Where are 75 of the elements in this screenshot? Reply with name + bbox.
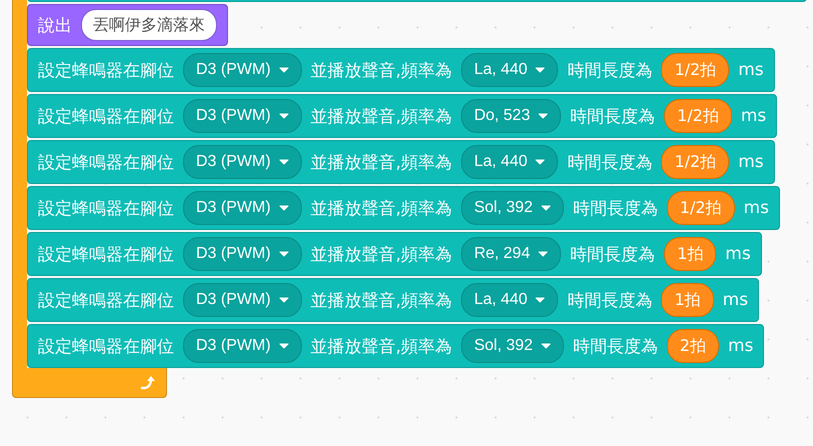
note-dropdown[interactable]: La, 440 (461, 283, 558, 317)
caret-icon (535, 67, 546, 73)
note-dropdown[interactable]: Sol, 392 (461, 329, 564, 363)
note-dropdown[interactable]: Sol, 392 (461, 191, 564, 225)
caret-icon (278, 297, 289, 303)
block-label: 設定蜂鳴器在腳位 (38, 152, 174, 174)
block-label: 設定蜂鳴器在腳位 (38, 198, 174, 220)
note-dropdown[interactable]: Do, 523 (461, 99, 562, 133)
caret-icon (540, 205, 551, 211)
block-label: 說出 (38, 14, 72, 36)
caret-icon (540, 343, 551, 349)
pin-dropdown[interactable]: D3 (PWM) (183, 237, 302, 271)
buzzer-block[interactable]: 設定蜂鳴器在腳位 D3 (PWM) 並播放聲音,頻率為 La, 440 時間長度為 1/2拍 ms (27, 140, 775, 184)
block-label: 並播放聲音,頻率為 (310, 106, 452, 128)
pin-dropdown[interactable]: D3 (PWM) (183, 53, 302, 87)
caret-icon (278, 159, 289, 165)
say-block[interactable]: 說出 丟啊伊多滴落來 (27, 4, 228, 46)
block-label: 時間長度為 (567, 290, 652, 312)
block-label: 時間長度為 (567, 60, 652, 82)
block-label: 並播放聲音,頻率為 (310, 290, 452, 312)
pin-dropdown[interactable]: D3 (PWM) (183, 191, 302, 225)
block-label: 時間長度為 (570, 244, 656, 266)
block-label: 設定蜂鳴器在腳位 (38, 60, 174, 82)
caret-icon (535, 159, 546, 165)
block-label: 設定蜂鳴器在腳位 (38, 336, 174, 358)
buzzer-block[interactable]: 設定蜂鳴器在腳位 D3 (PWM) 並播放聲音,頻率為 Sol, 392 時間長度為 2拍 ms (27, 324, 764, 368)
pin-dropdown[interactable]: D3 (PWM) (183, 329, 302, 363)
note-dropdown[interactable]: La, 440 (461, 53, 558, 87)
unit-label: ms (738, 152, 764, 172)
pin-dropdown[interactable]: D3 (PWM) (183, 283, 302, 317)
beats-input[interactable]: 1拍 (664, 237, 716, 271)
beats-input[interactable]: 2拍 (666, 329, 719, 363)
unit-label: ms (738, 60, 764, 80)
pin-dropdown[interactable]: D3 (PWM) (183, 145, 302, 179)
beats-input[interactable]: 1/2拍 (661, 145, 730, 179)
block-label: 並播放聲音,頻率為 (310, 152, 452, 174)
loop-arrow-icon (140, 374, 158, 390)
block-label: 並播放聲音,頻率為 (310, 198, 452, 220)
unit-label: ms (744, 198, 769, 218)
beats-input[interactable]: 1/2拍 (664, 99, 732, 133)
block-label: 並播放聲音,頻率為 (310, 336, 452, 358)
block-label: 時間長度為 (572, 198, 658, 220)
note-dropdown[interactable]: Re, 294 (461, 237, 562, 271)
unit-label: ms (725, 244, 751, 264)
caret-icon (538, 113, 548, 119)
caret-icon (278, 113, 289, 119)
unit-label: ms (722, 290, 748, 310)
caret-icon (538, 251, 548, 257)
beats-input[interactable]: 1/2拍 (666, 191, 735, 225)
caret-icon (278, 67, 289, 73)
block-label: 時間長度為 (567, 152, 652, 174)
beats-input[interactable]: 1/2拍 (661, 53, 730, 87)
block-label: 時間長度為 (572, 336, 658, 358)
unit-label: ms (740, 106, 766, 126)
loop-block-arm[interactable] (12, 0, 27, 368)
unit-label: ms (728, 336, 754, 356)
pin-dropdown[interactable]: D3 (PWM) (183, 99, 302, 133)
block-label: 時間長度為 (570, 106, 656, 128)
block-label: 設定蜂鳴器在腳位 (38, 290, 174, 312)
text-input[interactable]: 丟啊伊多滴落來 (81, 9, 217, 41)
buzzer-block[interactable]: 設定蜂鳴器在腳位 D3 (PWM) 並播放聲音,頻率為 Sol, 392 時間長度為 1/2拍 ms (27, 186, 780, 230)
buzzer-block[interactable]: 設定蜂鳴器在腳位 D3 (PWM) 並播放聲音,頻率為 La, 440 時間長度為 1/2拍 ms (27, 48, 775, 92)
block-label: 設定蜂鳴器在腳位 (38, 244, 174, 266)
beats-input[interactable]: 1拍 (661, 283, 714, 317)
caret-icon (278, 205, 289, 211)
note-dropdown[interactable]: La, 440 (461, 145, 558, 179)
buzzer-block[interactable]: 設定蜂鳴器在腳位 D3 (PWM) 並播放聲音,頻率為 Re, 294 時間長度為 1拍 ms (27, 232, 762, 276)
block-label: 並播放聲音,頻率為 (310, 60, 452, 82)
caret-icon (535, 297, 546, 303)
block-label: 設定蜂鳴器在腳位 (38, 106, 174, 128)
buzzer-block[interactable]: 設定蜂鳴器在腳位 D3 (PWM) 並播放聲音,頻率為 La, 440 時間長度為 1拍 ms (27, 278, 760, 322)
buzzer-block[interactable]: 設定蜂鳴器在腳位 D3 (PWM) 並播放聲音,頻率為 Do, 523 時間長度為 1/2拍 ms (27, 94, 778, 138)
caret-icon (278, 251, 289, 257)
block-label: 並播放聲音,頻率為 (310, 244, 452, 266)
caret-icon (278, 343, 289, 349)
